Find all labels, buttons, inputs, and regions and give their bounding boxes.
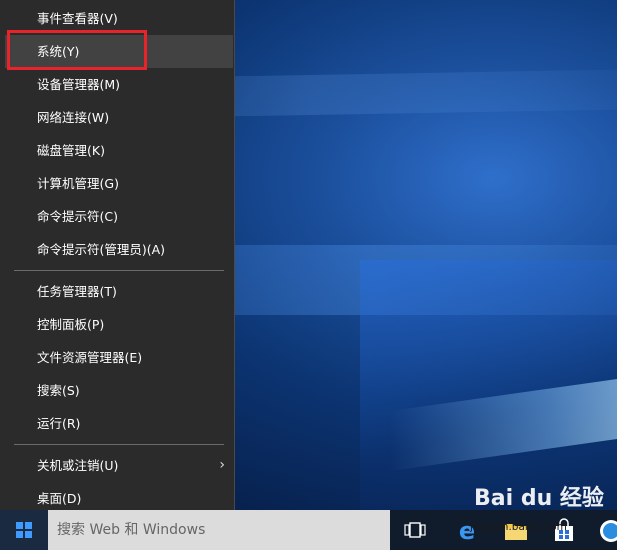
menu-separator	[14, 270, 224, 271]
menu-item-label: 任务管理器(T)	[37, 284, 117, 299]
menu-item-command-prompt[interactable]: 命令提示符(C)	[5, 200, 233, 233]
task-view-icon[interactable]	[404, 522, 426, 538]
menu-item-file-explorer[interactable]: 文件资源管理器(E)	[5, 341, 233, 374]
search-box[interactable]: 搜索 Web 和 Windows	[48, 510, 390, 550]
menu-item-label: 网络连接(W)	[37, 110, 110, 125]
watermark-brand: Bai du 经验	[474, 486, 604, 511]
menu-item-run[interactable]: 运行(R)	[5, 407, 233, 440]
winx-context-menu: 事件查看器(V) 系统(Y) 设备管理器(M) 网络连接(W) 磁盘管理(K) …	[0, 0, 235, 522]
menu-item-label: 文件资源管理器(E)	[37, 350, 143, 365]
windows-logo-icon	[16, 522, 32, 538]
menu-item-shutdown-signout[interactable]: 关机或注销(U) ›	[5, 449, 233, 482]
menu-item-label: 事件查看器(V)	[37, 11, 118, 26]
menu-item-computer-management[interactable]: 计算机管理(G)	[5, 167, 233, 200]
start-button[interactable]	[0, 510, 48, 550]
baidu-jingyan-watermark: Bai du 经验 jingyan.baidu.com	[470, 480, 617, 540]
menu-item-label: 运行(R)	[37, 416, 81, 431]
menu-item-label: 设备管理器(M)	[37, 77, 121, 92]
menu-item-label: 计算机管理(G)	[37, 176, 119, 191]
menu-item-label: 桌面(D)	[37, 491, 82, 506]
menu-item-control-panel[interactable]: 控制面板(P)	[5, 308, 233, 341]
menu-item-label: 关机或注销(U)	[37, 458, 119, 473]
annotation-highlight-box	[7, 30, 147, 70]
menu-item-search[interactable]: 搜索(S)	[5, 374, 233, 407]
menu-item-label: 搜索(S)	[37, 383, 80, 398]
menu-separator	[14, 444, 224, 445]
menu-item-label: 控制面板(P)	[37, 317, 105, 332]
menu-item-disk-management[interactable]: 磁盘管理(K)	[5, 134, 233, 167]
menu-item-device-manager[interactable]: 设备管理器(M)	[5, 68, 233, 101]
menu-item-command-prompt-admin[interactable]: 命令提示符(管理员)(A)	[5, 233, 233, 266]
menu-item-label: 命令提示符(C)	[37, 209, 118, 224]
menu-item-task-manager[interactable]: 任务管理器(T)	[5, 275, 233, 308]
menu-item-label: 命令提示符(管理员)(A)	[37, 242, 166, 257]
menu-item-network-connections[interactable]: 网络连接(W)	[5, 101, 233, 134]
watermark-url: jingyan.baidu.com	[470, 521, 567, 533]
menu-item-label: 磁盘管理(K)	[37, 143, 105, 158]
chevron-right-icon: ›	[219, 457, 225, 473]
